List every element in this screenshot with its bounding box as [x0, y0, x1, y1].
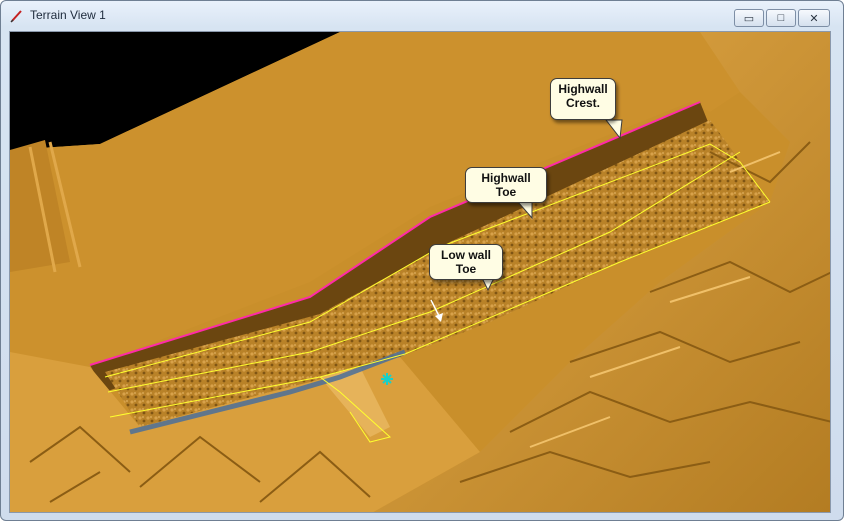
highwall-crest-callout: Highwall Crest. — [550, 78, 616, 120]
highwall-crest-label-line1: Highwall — [558, 82, 608, 96]
lowwall-toe-label-line1: Low wall — [440, 248, 491, 262]
highwall-toe-callout: Highwall Toe — [465, 167, 547, 203]
close-button[interactable]: ✕ — [798, 9, 830, 27]
maximize-icon: □ — [777, 12, 785, 24]
maximize-button[interactable]: □ — [766, 9, 796, 27]
terrain-render — [10, 32, 830, 512]
close-icon: ✕ — [809, 12, 819, 25]
title-bar[interactable]: Terrain View 1 ▭ □ ✕ — [1, 1, 843, 31]
terrain-3d-viewport[interactable]: Highwall Crest. Highwall Toe Low wall To… — [9, 31, 831, 513]
lowwall-toe-label-line2: Toe — [455, 262, 477, 276]
highwall-toe-label: Highwall Toe — [481, 171, 531, 199]
minimize-button[interactable]: ▭ — [734, 9, 764, 27]
window-title: Terrain View 1 — [30, 8, 106, 22]
minimize-icon: ▭ — [743, 12, 755, 25]
pencil-icon — [10, 10, 22, 23]
highwall-crest-label-line2: Crest. — [565, 96, 600, 110]
terrain-view-window: Terrain View 1 ▭ □ ✕ Highwall Crest. Hig… — [0, 0, 844, 521]
lowwall-toe-callout: Low wall Toe — [429, 244, 503, 280]
